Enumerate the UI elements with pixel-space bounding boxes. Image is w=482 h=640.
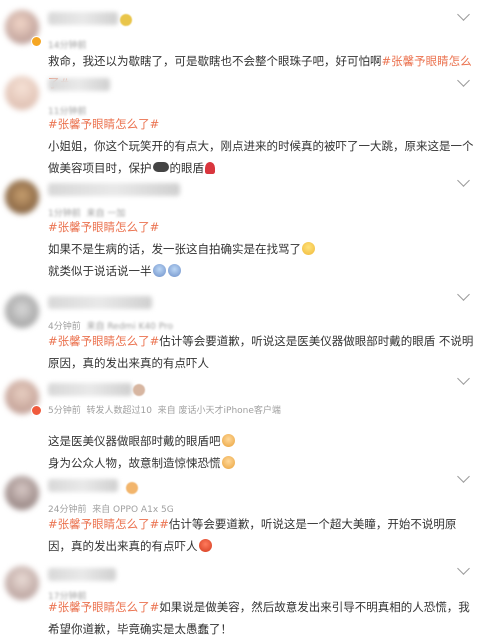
avatar[interactable]: [5, 76, 39, 110]
hashtag-link[interactable]: #张馨予眼睛怎么了#: [48, 600, 159, 614]
username[interactable]: [48, 12, 118, 25]
chevron-down-icon[interactable]: [457, 372, 470, 385]
scared-emoji-icon: [198, 539, 212, 552]
avatar[interactable]: [5, 566, 39, 600]
comment-text: 这是医美仪器做眼部时戴的眼盾吧 身为公众人物，故意制造惊悚恐慌: [48, 430, 476, 474]
sweat-emoji-icon: [221, 434, 235, 447]
laugh-emoji-icon: [302, 242, 315, 255]
hashtag-link[interactable]: #张馨予眼睛怎么了#: [48, 334, 159, 348]
comment-text: #张馨予眼睛怎么了# 如果不是生病的话，发一张这自拍确实是在找骂了 就类似于说话…: [48, 216, 476, 282]
comment-text: 救命，我还以为歇瞎了，可是歇瞎也不会整个眼珠子吧，好可怕啊#张馨予眼睛怎么了#: [48, 50, 476, 94]
avatar[interactable]: [5, 294, 39, 328]
face-emoji-icon: [152, 264, 166, 277]
comment-text: #张馨予眼睛怎么了##估计等会要道歉，听说这是一个超大美瞳，开始不说明原因，真的…: [48, 517, 457, 553]
verified-badge-icon: [31, 405, 42, 416]
verified-badge-icon: [31, 36, 42, 47]
hashtag-link[interactable]: #: [159, 517, 169, 531]
chevron-down-icon[interactable]: [457, 288, 470, 301]
rose-emoji-icon: [205, 162, 215, 174]
eyes-emoji-icon: [152, 162, 169, 172]
chevron-down-icon[interactable]: [457, 8, 470, 21]
comment-meta: 5分钟前 转发人数超过10 来自 废话小天才iPhone客户端: [48, 406, 281, 416]
username[interactable]: [48, 183, 180, 196]
avatar[interactable]: [5, 476, 39, 510]
username[interactable]: [48, 479, 118, 492]
hashtag-link[interactable]: #张馨予眼睛怎么了#: [48, 117, 159, 131]
hashtag-link[interactable]: #张馨予眼睛怎么了#: [48, 517, 159, 531]
comment-text: #张馨予眼睛怎么了#估计等会要道歉，听说这是医美仪器做眼部时戴的眼盾 不说明原因…: [48, 334, 474, 370]
avatar-decoration-icon: [126, 482, 138, 494]
comment-text: #张馨予眼睛怎么了#如果说是做美容，然后故意发出来引导不明真相的人恐慌，我希望你…: [48, 600, 470, 636]
username[interactable]: [48, 296, 152, 309]
username[interactable]: [48, 568, 116, 581]
face-emoji-icon: [167, 264, 181, 277]
avatar-decoration-icon: [133, 384, 145, 396]
username[interactable]: [48, 78, 110, 91]
hashtag-link[interactable]: #张馨予眼睛怎么了#: [48, 220, 159, 234]
sweat-emoji-icon: [221, 456, 235, 469]
avatar[interactable]: [5, 180, 39, 214]
chevron-down-icon[interactable]: [457, 562, 470, 575]
comment-text: #张馨予眼睛怎么了# 小姐姐，你这个玩笑开的有点大，刚点进来的时候真的被吓了一大…: [48, 117, 474, 175]
avatar-decoration-icon: [120, 14, 132, 26]
username[interactable]: [48, 383, 132, 396]
